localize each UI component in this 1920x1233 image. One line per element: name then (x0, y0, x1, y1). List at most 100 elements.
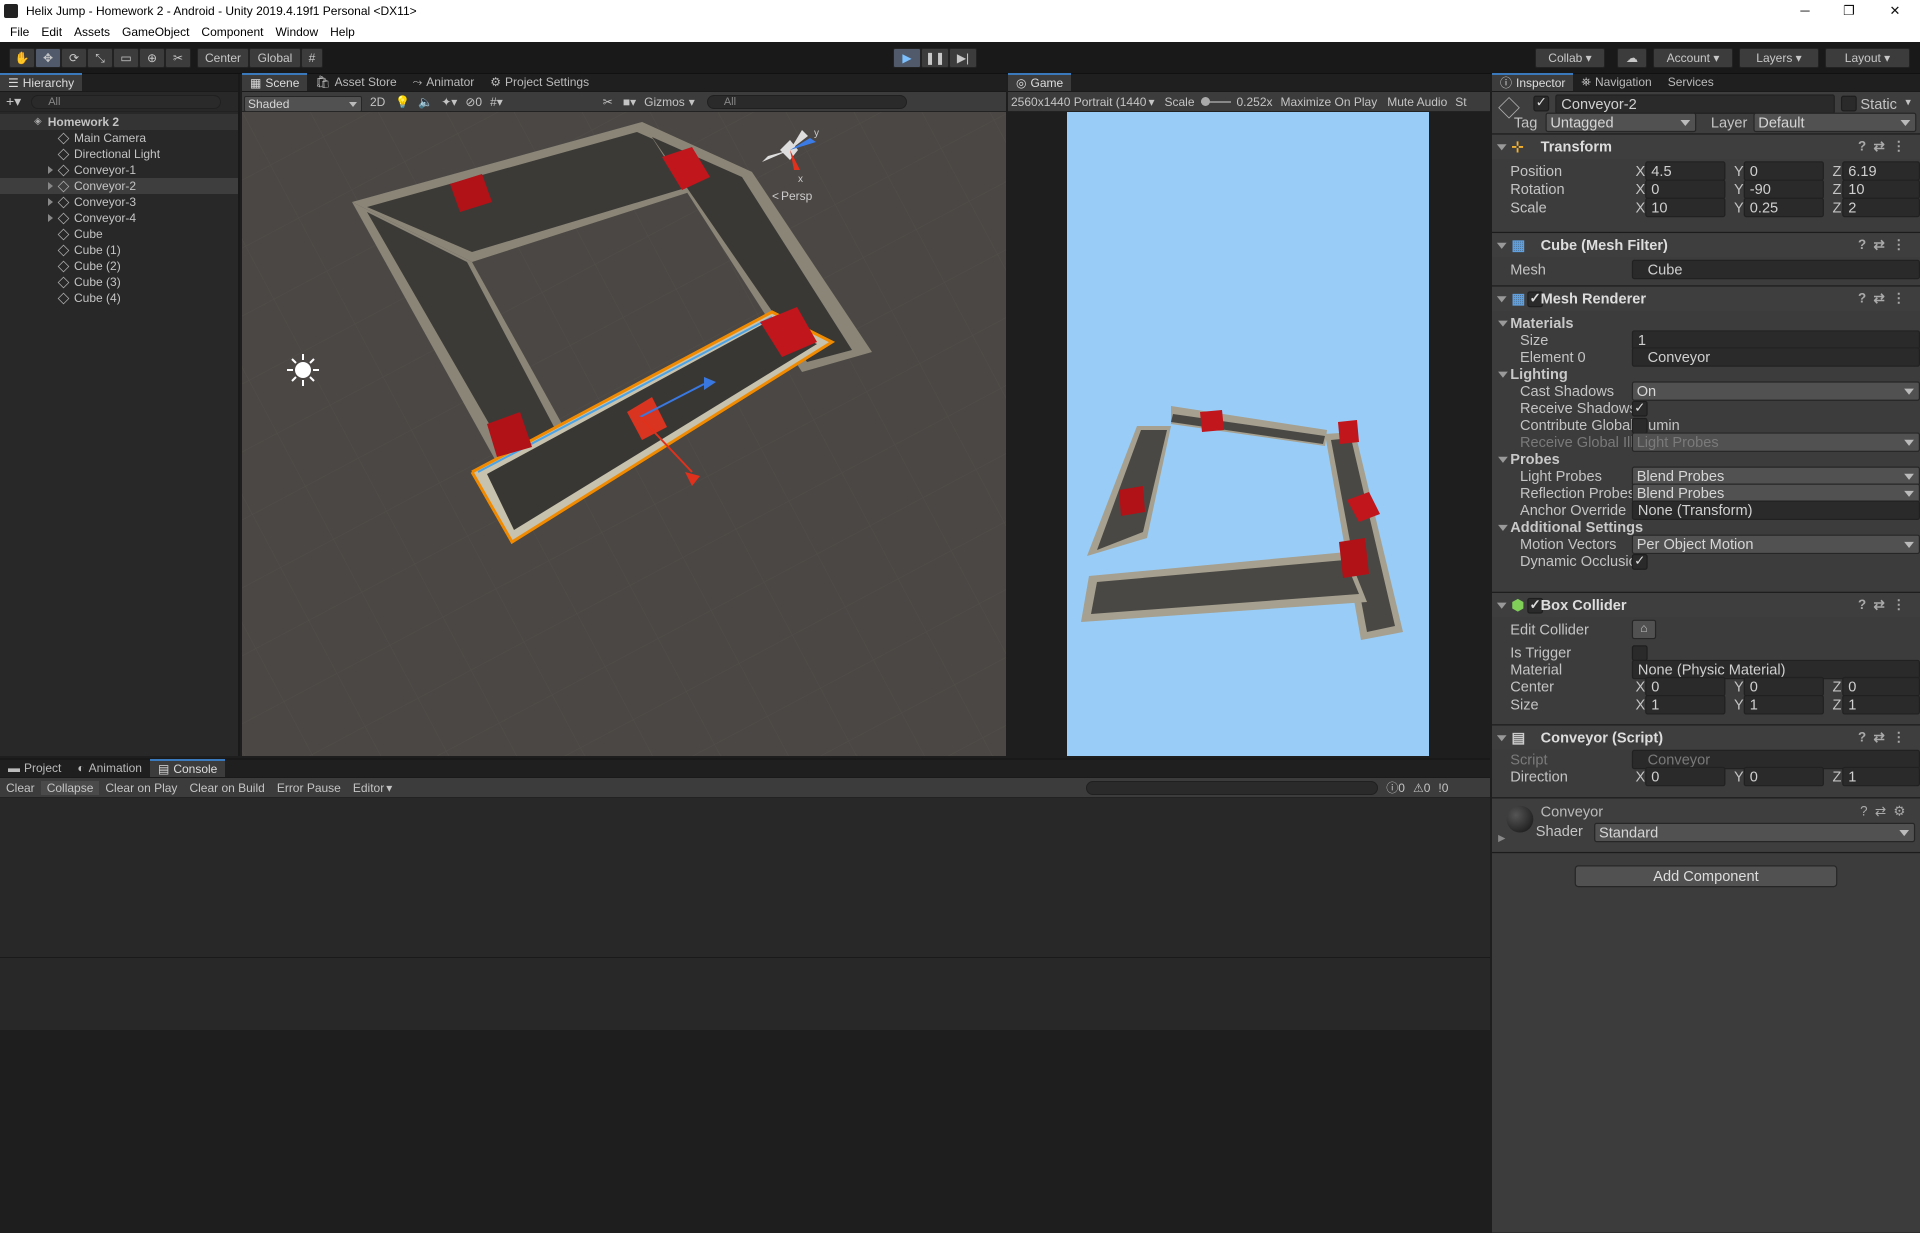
hierarchy-item[interactable]: Cube (1) (0, 242, 238, 258)
tab-hierarchy[interactable]: ☰ Hierarchy (0, 73, 83, 91)
transform-header[interactable]: ⊹ Transform ?⇄⋮ (1492, 133, 1920, 159)
move-tool-icon[interactable]: ✥ (35, 48, 61, 68)
gizmos-chevron-down-icon[interactable]: ▾ (689, 95, 695, 109)
minimize-button[interactable]: ─ (1782, 0, 1828, 22)
material-foldout-icon[interactable]: ▶ (1498, 832, 1505, 843)
camera-icon[interactable]: ■▾ (623, 95, 636, 109)
hierarchy-search-input[interactable]: All (31, 94, 222, 109)
tab-asset-store[interactable]: 🛍 Asset Store (307, 73, 404, 91)
hierarchy-item[interactable]: Conveyor-2 (0, 178, 238, 194)
rotation-z-field[interactable]: 10 (1842, 179, 1920, 199)
box-collider-header[interactable]: ⬢ ✓ Box Collider ?⇄⋮ (1492, 591, 1920, 619)
expand-arrow-icon[interactable] (48, 166, 53, 174)
edit-collider-icon[interactable]: ⌂ (1631, 619, 1657, 640)
box-collider-menu-icons[interactable]: ?⇄⋮ (1858, 593, 1913, 619)
cloud-icon[interactable]: ☁ (1617, 48, 1647, 68)
tab-services[interactable]: Services (1660, 73, 1722, 91)
component-menu-icons[interactable]: ?⇄⋮ (1858, 135, 1913, 161)
editor-chevron-down-icon[interactable]: ▾ (386, 781, 392, 795)
menu-component[interactable]: Component (195, 25, 269, 39)
menu-assets[interactable]: Assets (68, 25, 116, 39)
conveyor-script-header[interactable]: ▤ Conveyor (Script) ?⇄⋮ (1492, 724, 1920, 750)
tab-project-settings[interactable]: ⚙ Project Settings (482, 73, 597, 91)
tools-icon[interactable]: ✂ (603, 95, 613, 109)
static-chevron-down-icon[interactable]: ▾ (1905, 96, 1911, 109)
scene-viewport[interactable]: y x < Persp (242, 112, 1006, 756)
account-dropdown[interactable]: Account ▾ (1653, 48, 1733, 68)
collapse-button[interactable]: Collapse (40, 780, 100, 795)
scale-z-field[interactable]: 2 (1842, 197, 1920, 218)
material-menu-icons[interactable]: ?⇄⚙ (1860, 803, 1913, 820)
hierarchy-item[interactable]: Cube (0, 226, 238, 242)
hierarchy-item[interactable]: Conveyor-1 (0, 162, 238, 178)
layer-dropdown[interactable]: Default (1753, 112, 1917, 133)
collider-size-z-field[interactable]: 1 (1842, 695, 1920, 715)
object-name-field[interactable]: Conveyor-2 (1555, 94, 1835, 114)
direction-x-field[interactable]: 0 (1645, 766, 1726, 787)
is-trigger-checkbox[interactable] (1631, 645, 1648, 662)
mesh-field[interactable]: Cube (1631, 259, 1920, 280)
grid-snap-icon[interactable]: # (301, 48, 323, 68)
mesh-renderer-header[interactable]: ▦ ✓ Mesh Renderer ?⇄⋮ (1492, 285, 1920, 311)
mute-audio-toggle[interactable]: Mute Audio (1387, 95, 1447, 109)
direction-y-field[interactable]: 0 (1743, 766, 1824, 787)
hierarchy-item[interactable]: Cube (3) (0, 274, 238, 290)
tab-project[interactable]: ▬ Project (0, 759, 69, 777)
hand-tool-icon[interactable]: ✋ (9, 48, 35, 68)
direction-z-field[interactable]: 1 (1842, 766, 1920, 787)
conveyor-script-menu-icons[interactable]: ?⇄⋮ (1858, 725, 1913, 751)
lighting-toggle-icon[interactable]: 💡 (395, 95, 410, 109)
hierarchy-item[interactable]: Cube (2) (0, 258, 238, 274)
add-component-button[interactable]: Add Component (1574, 865, 1838, 888)
mesh-filter-menu-icons[interactable]: ?⇄⋮ (1858, 233, 1913, 259)
center-x-field[interactable]: 0 (1645, 676, 1726, 697)
pause-button[interactable]: ❚❚ (921, 48, 949, 68)
play-button[interactable]: ▶ (893, 48, 921, 68)
rotate-tool-icon[interactable]: ⟳ (61, 48, 87, 68)
hierarchy-item[interactable]: Main Camera (0, 130, 238, 146)
layers-dropdown[interactable]: Layers ▾ (1739, 48, 1819, 68)
space-global-toggle[interactable]: Global (249, 48, 301, 68)
error-pause-button[interactable]: Error Pause (271, 781, 347, 795)
tab-scene[interactable]: ▦ Scene (242, 73, 308, 91)
center-y-field[interactable]: 0 (1743, 676, 1824, 697)
gizmos-dropdown[interactable]: Gizmos (644, 95, 685, 109)
dynamic-occlusion-checkbox[interactable]: ✓ (1631, 554, 1648, 570)
resolution-chevron-down-icon[interactable]: ▾ (1148, 95, 1154, 109)
menu-help[interactable]: Help (324, 25, 361, 39)
collab-dropdown[interactable]: Collab ▾ (1535, 48, 1605, 68)
contribute-gi-checkbox[interactable] (1631, 417, 1648, 434)
active-checkbox[interactable]: ✓ (1533, 95, 1550, 112)
tab-console[interactable]: ▤ Console (149, 759, 226, 777)
mesh-renderer-menu-icons[interactable]: ?⇄⋮ (1858, 287, 1913, 313)
effects-toggle-icon[interactable]: ✦▾ (441, 95, 457, 109)
scale-slider[interactable] (1200, 96, 1231, 106)
rotation-y-field[interactable]: -90 (1743, 179, 1824, 199)
close-button[interactable]: ✕ (1872, 0, 1918, 22)
position-z-field[interactable]: 6.19 (1842, 161, 1920, 181)
hierarchy-item[interactable]: Directional Light (0, 146, 238, 162)
collider-size-y-field[interactable]: 1 (1743, 695, 1824, 715)
shader-dropdown[interactable]: Standard (1594, 822, 1916, 843)
scale-y-field[interactable]: 0.25 (1743, 197, 1824, 218)
audio-toggle-icon[interactable]: 🔈 (418, 95, 433, 109)
position-y-field[interactable]: 0 (1743, 161, 1824, 181)
maximize-on-play-toggle[interactable]: Maximize On Play (1281, 95, 1378, 109)
receive-shadows-checkbox[interactable]: ✓ (1631, 400, 1648, 417)
create-add-icon[interactable]: +▾ (6, 93, 21, 110)
scale-x-field[interactable]: 10 (1645, 197, 1726, 218)
grid-toggle-icon[interactable]: #▾ (490, 95, 503, 109)
collider-size-x-field[interactable]: 1 (1645, 695, 1726, 715)
center-z-field[interactable]: 0 (1842, 676, 1920, 697)
menu-edit[interactable]: Edit (35, 25, 68, 39)
expand-arrow-icon[interactable] (48, 182, 53, 190)
tab-inspector[interactable]: ⓘ Inspector (1492, 73, 1574, 91)
warning-count-icon[interactable]: ⚠ (1413, 781, 1424, 795)
shading-mode-dropdown[interactable]: Shaded (244, 95, 362, 112)
tag-dropdown[interactable]: Untagged (1545, 112, 1697, 133)
scene-search-input[interactable]: All (706, 94, 907, 109)
mode-2d-toggle[interactable]: 2D (370, 95, 385, 109)
hierarchy-item[interactable]: Cube (4) (0, 290, 238, 306)
expand-arrow-icon[interactable] (48, 214, 53, 222)
transform-tool-icon[interactable]: ⊕ (139, 48, 165, 68)
